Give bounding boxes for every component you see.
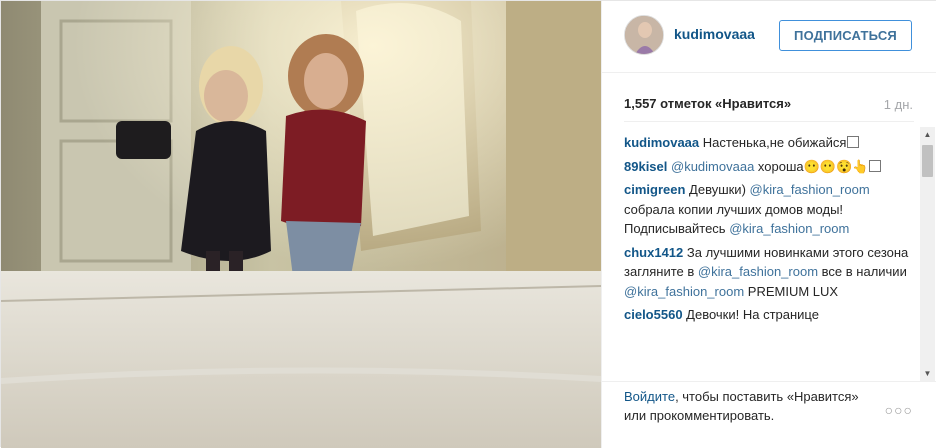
- post-header: kudimovaaa ПОДПИСАТЬСЯ: [602, 1, 936, 73]
- login-prompt: Войдите, чтобы поставить «Нравится» или …: [624, 387, 864, 425]
- comment-username[interactable]: chux1412: [624, 245, 683, 260]
- comment-mention-link[interactable]: @kira_fashion_room: [729, 221, 849, 236]
- post-photo[interactable]: [1, 1, 601, 448]
- comment-text: все в наличии: [818, 264, 907, 279]
- comment-mention-link[interactable]: @kudimovaaa: [671, 159, 754, 174]
- comment-text: Девушки): [685, 182, 750, 197]
- missing-emoji-icon: [847, 136, 860, 148]
- comments-scrollbar[interactable]: ▲ ▼: [920, 127, 935, 381]
- divider: [624, 121, 914, 122]
- more-options-icon[interactable]: ○○○: [885, 402, 913, 418]
- mirror-selfie-image: [1, 1, 601, 448]
- comment-item: cielo5560 Девочки! На странице: [624, 305, 914, 325]
- avatar-image: [625, 16, 663, 54]
- comment-username[interactable]: kudimovaaa: [624, 135, 699, 150]
- scroll-up-arrow-icon[interactable]: ▲: [920, 127, 935, 142]
- comment-text: PREMIUM LUX: [744, 283, 839, 299]
- comment-username[interactable]: cimigreen: [624, 182, 685, 197]
- comments-list: kudimovaaa Настенька,не обижайся 89kisel …: [624, 133, 914, 375]
- post-timestamp[interactable]: 1 дн.: [884, 97, 913, 112]
- comment-item: 89kisel @kudimovaaa хороша😶😶😯👆: [624, 157, 914, 177]
- follow-button[interactable]: ПОДПИСАТЬСЯ: [779, 20, 912, 51]
- login-link[interactable]: Войдите: [624, 389, 675, 404]
- comment-item: cimigreen Девушки) @kira_fashion_room со…: [624, 180, 914, 239]
- instagram-post-embed: kudimovaaa ПОДПИСАТЬСЯ 1,557 отметок «Нр…: [0, 0, 936, 448]
- post-sidebar: kudimovaaa ПОДПИСАТЬСЯ 1,557 отметок «Нр…: [601, 1, 936, 448]
- comment-text: Настенька,не обижайся: [699, 135, 847, 150]
- comment-mention-link[interactable]: @kira_fashion_room: [698, 264, 818, 279]
- username-link[interactable]: kudimovaaa: [674, 26, 755, 42]
- comment-username[interactable]: 89kisel: [624, 159, 667, 174]
- likes-count[interactable]: 1,557 отметок «Нравится»: [624, 96, 914, 111]
- comment-mention-link[interactable]: @kira_fashion_room: [624, 284, 744, 299]
- comment-text: хороша😶😶😯👆: [754, 158, 869, 174]
- divider: [602, 381, 936, 382]
- avatar[interactable]: [624, 15, 664, 55]
- comment-text: Девочки! На странице: [682, 307, 819, 322]
- comment-username[interactable]: cielo5560: [624, 307, 683, 322]
- comment-item: kudimovaaa Настенька,не обижайся: [624, 133, 914, 153]
- comment-item: chux1412 За лучшими новинками этого сезо…: [624, 243, 914, 302]
- scroll-down-arrow-icon[interactable]: ▼: [920, 366, 935, 381]
- missing-emoji-icon: [869, 159, 882, 172]
- scrollbar-thumb[interactable]: [922, 145, 933, 177]
- comment-mention-link[interactable]: @kira_fashion_room: [750, 182, 870, 197]
